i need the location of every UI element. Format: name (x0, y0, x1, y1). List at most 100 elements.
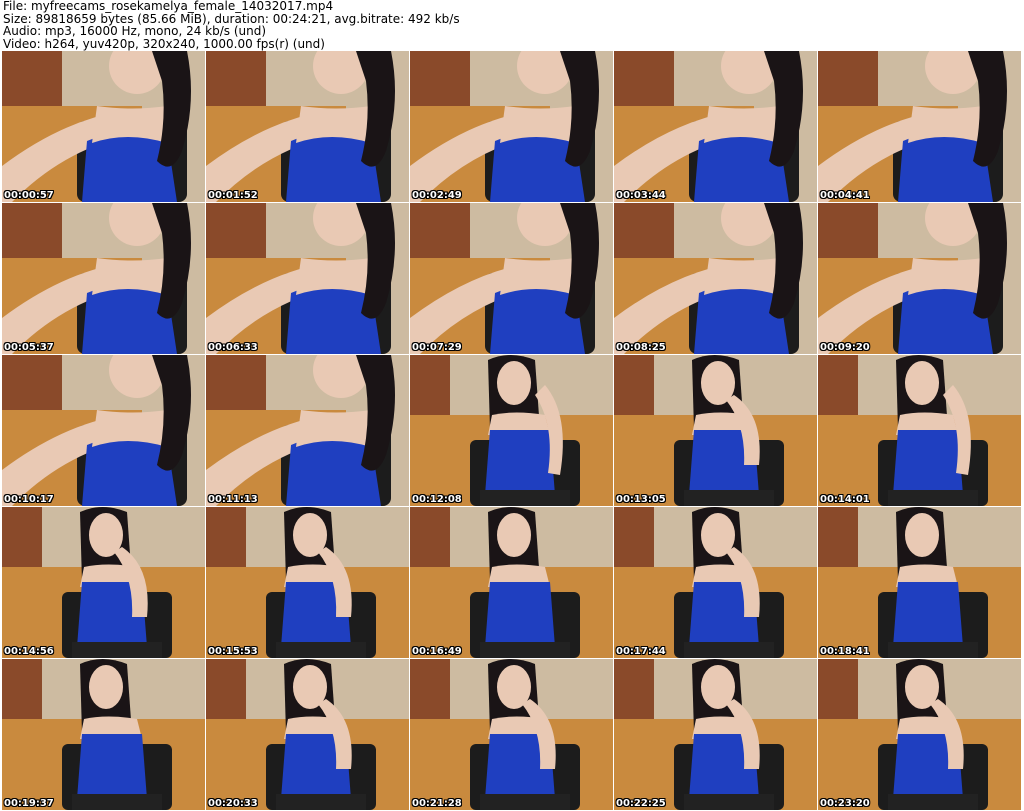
pants (684, 794, 774, 810)
frame-image (2, 355, 205, 506)
thumbnail-frame: 00:05:37 (2, 203, 205, 354)
pants (72, 794, 162, 810)
frame-image (614, 507, 817, 658)
frame-timestamp: 00:19:37 (4, 798, 54, 809)
frame-image (206, 507, 409, 658)
frame-image (818, 659, 1021, 810)
frame-timestamp: 00:06:33 (208, 342, 258, 353)
frame-timestamp: 00:09:20 (820, 342, 870, 353)
frame-image (614, 355, 817, 506)
frame-image (614, 203, 817, 354)
frame-image (410, 355, 613, 506)
frame-timestamp: 00:02:49 (412, 190, 462, 201)
pants (684, 642, 774, 658)
frame-timestamp: 00:14:56 (4, 646, 54, 657)
frame-image (2, 203, 205, 354)
thumbnail-frame: 00:23:20 (818, 659, 1021, 810)
frame-image (818, 507, 1021, 658)
thumbnail-frame: 00:20:33 (206, 659, 409, 810)
pants (480, 794, 570, 810)
frame-timestamp: 00:03:44 (616, 190, 666, 201)
thumbnail-frame: 00:07:29 (410, 203, 613, 354)
frame-image (818, 51, 1021, 202)
face (497, 513, 531, 557)
thumbnail-frame: 00:08:25 (614, 203, 817, 354)
thumbnail-frame: 00:18:41 (818, 507, 1021, 658)
frame-image (2, 659, 205, 810)
thumbnail-frame: 00:02:49 (410, 51, 613, 202)
blue-top (893, 430, 963, 495)
blue-top (485, 430, 555, 495)
video-info-line: Video: h264, yuv420p, 320x240, 1000.00 f… (3, 36, 325, 51)
pants (684, 490, 774, 506)
thumbnail-frame: 00:21:28 (410, 659, 613, 810)
frame-image (206, 355, 409, 506)
face (89, 665, 123, 709)
frame-image (2, 51, 205, 202)
pants (888, 642, 978, 658)
thumbnail-frame: 00:00:57 (2, 51, 205, 202)
frame-timestamp: 00:23:20 (820, 798, 870, 809)
pants (276, 642, 366, 658)
blue-top (77, 734, 147, 799)
file-info-header: File: myfreecams_rosekamelya_female_1403… (3, 0, 1021, 50)
thumbnail-frame: 00:03:44 (614, 51, 817, 202)
pants (480, 490, 570, 506)
pants (276, 794, 366, 810)
thumbnail-frame: 00:15:53 (206, 507, 409, 658)
frame-timestamp: 00:12:08 (412, 494, 462, 505)
frame-timestamp: 00:00:57 (4, 190, 54, 201)
thumbnail-frame: 00:09:20 (818, 203, 1021, 354)
frame-image (206, 659, 409, 810)
frame-timestamp: 00:21:28 (412, 798, 462, 809)
pants (480, 642, 570, 658)
frame-timestamp: 00:14:01 (820, 494, 870, 505)
thumbnail-frame: 00:13:05 (614, 355, 817, 506)
frame-timestamp: 00:22:25 (616, 798, 666, 809)
thumbnail-frame: 00:04:41 (818, 51, 1021, 202)
frame-timestamp: 00:08:25 (616, 342, 666, 353)
frame-timestamp: 00:16:49 (412, 646, 462, 657)
face (905, 361, 939, 405)
frame-timestamp: 00:05:37 (4, 342, 54, 353)
thumbnail-frame: 00:10:17 (2, 355, 205, 506)
audio-info-line: Audio: mp3, 16000 Hz, mono, 24 kb/s (und… (3, 24, 267, 38)
frame-timestamp: 00:01:52 (208, 190, 258, 201)
frame-timestamp: 00:07:29 (412, 342, 462, 353)
frame-timestamp: 00:17:44 (616, 646, 666, 657)
blue-top (893, 582, 963, 647)
frame-timestamp: 00:18:41 (820, 646, 870, 657)
frame-timestamp: 00:13:05 (616, 494, 666, 505)
thumbnail-frame: 00:16:49 (410, 507, 613, 658)
pants (888, 490, 978, 506)
thumbnail-grid: 00:00:57 00:01:52 00:02:49 00:03:44 00:04:41… (2, 51, 1022, 811)
pants (888, 794, 978, 810)
thumbnail-frame: 00:11:13 (206, 355, 409, 506)
frame-timestamp: 00:04:41 (820, 190, 870, 201)
frame-image (614, 51, 817, 202)
frame-image (818, 355, 1021, 506)
file-name-line: File: myfreecams_rosekamelya_female_1403… (3, 0, 334, 13)
frame-timestamp: 00:15:53 (208, 646, 258, 657)
thumbnail-frame: 00:22:25 (614, 659, 817, 810)
thumbnail-frame: 00:01:52 (206, 51, 409, 202)
frame-image (410, 659, 613, 810)
frame-image (818, 203, 1021, 354)
frame-timestamp: 00:10:17 (4, 494, 54, 505)
frame-timestamp: 00:11:13 (208, 494, 258, 505)
frame-image (2, 507, 205, 658)
frame-image (206, 203, 409, 354)
frame-image (614, 659, 817, 810)
thumbnail-frame: 00:12:08 (410, 355, 613, 506)
frame-timestamp: 00:20:33 (208, 798, 258, 809)
blue-top (485, 582, 555, 647)
frame-image (206, 51, 409, 202)
thumbnail-frame: 00:19:37 (2, 659, 205, 810)
frame-image (410, 507, 613, 658)
face (905, 513, 939, 557)
thumbnail-frame: 00:17:44 (614, 507, 817, 658)
thumbnail-frame: 00:14:56 (2, 507, 205, 658)
thumbnail-frame: 00:06:33 (206, 203, 409, 354)
face (497, 361, 531, 405)
thumbnail-frame: 00:14:01 (818, 355, 1021, 506)
